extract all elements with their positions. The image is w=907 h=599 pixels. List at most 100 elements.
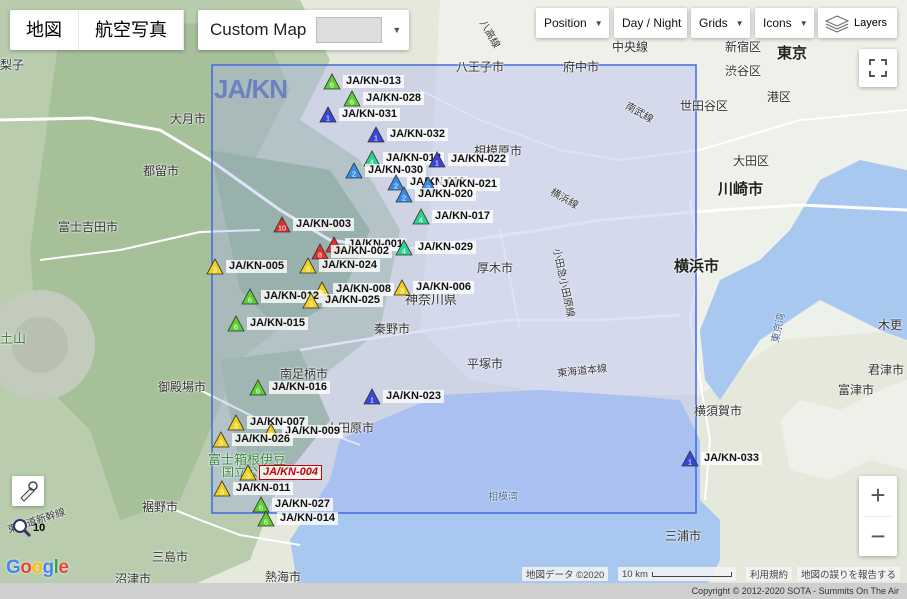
summit-marker[interactable]: 3 JA/KN-004 — [239, 464, 323, 481]
summit-marker[interactable]: 6 JA/KN-015 — [227, 315, 309, 332]
summit-label[interactable]: JA/KN-006 — [413, 281, 475, 294]
pencil-icon — [20, 481, 38, 502]
summit-label[interactable]: JA/KN-016 — [269, 381, 331, 394]
custom-map-swatch — [316, 17, 383, 43]
place-hachioji: 八王子市 — [456, 60, 505, 74]
summit-triangle-icon: 3 — [213, 480, 231, 497]
summit-points: 3 — [306, 265, 310, 274]
fullscreen-icon — [869, 59, 887, 77]
summit-marker[interactable]: 2 JA/KN-020 — [395, 186, 477, 203]
summit-marker[interactable]: 4 JA/KN-017 — [412, 208, 494, 225]
summit-marker[interactable]: 3 JA/KN-024 — [299, 257, 381, 274]
grids-dropdown[interactable]: Grids ▼ — [691, 8, 750, 38]
summit-marker[interactable]: 10 JA/KN-003 — [273, 216, 355, 233]
summit-marker[interactable]: 6 JA/KN-016 — [249, 379, 331, 396]
summit-marker[interactable]: 3 JA/KN-005 — [206, 258, 288, 275]
place-kisarazu: 木更 — [878, 318, 903, 332]
summit-triangle-icon: 1 — [367, 126, 385, 143]
icons-dropdown[interactable]: Icons ▼ — [755, 8, 814, 38]
region-label: JA/KN — [214, 74, 288, 104]
day-night-label: Day / Night — [622, 16, 682, 30]
summit-label[interactable]: JA/KN-029 — [415, 241, 477, 254]
summit-triangle-icon: 4 — [395, 239, 413, 256]
summit-marker[interactable]: 3 JA/KN-006 — [393, 279, 475, 296]
summit-marker[interactable]: 1 JA/KN-023 — [363, 388, 445, 405]
layers-button[interactable]: Layers — [818, 8, 898, 38]
summit-points: 3 — [309, 300, 313, 309]
map-type-roadmap[interactable]: 地図 — [10, 10, 79, 50]
summit-label[interactable]: JA/KN-024 — [319, 259, 381, 272]
summit-label[interactable]: JA/KN-004 — [259, 465, 323, 480]
magnifier-icon — [13, 519, 32, 538]
summit-triangle-icon: 2 — [345, 162, 363, 179]
summit-label[interactable]: JA/KN-031 — [339, 108, 401, 121]
summit-label[interactable]: JA/KN-005 — [226, 260, 288, 273]
scale-bar[interactable]: 10 km — [618, 567, 736, 581]
summit-marker[interactable]: 4 JA/KN-029 — [395, 239, 477, 256]
summit-marker[interactable]: 3 JA/KN-026 — [212, 431, 294, 448]
custom-map-label: Custom Map — [210, 20, 307, 39]
map-canvas[interactable]: JA/KN 東京 川崎市 横浜市 八王子市 府中市 相模原市 厚木市 秦野市 平… — [0, 0, 907, 599]
summit-label[interactable]: JA/KN-022 — [448, 153, 510, 166]
summit-triangle-icon: 3 — [299, 257, 317, 274]
google-logo: Google — [6, 557, 69, 578]
summit-label[interactable]: JA/KN-017 — [432, 210, 494, 223]
report-error-link[interactable]: 地図の誤りを報告する — [797, 567, 901, 581]
summit-label[interactable]: JA/KN-015 — [247, 317, 309, 330]
place-minato: 港区 — [767, 90, 792, 104]
scale-label: 10 km — [622, 568, 648, 580]
summit-label[interactable]: JA/KN-033 — [701, 452, 763, 465]
fullscreen-button[interactable] — [859, 49, 897, 87]
place-tokyo: 東京 — [777, 45, 808, 62]
summit-points: 2 — [352, 170, 356, 179]
summit-label[interactable]: JA/KN-013 — [343, 75, 405, 88]
summit-marker[interactable]: 3 JA/KN-025 — [302, 292, 384, 309]
chevron-down-icon: ▼ — [799, 18, 808, 28]
summit-triangle-icon: 3 — [212, 431, 230, 448]
summit-triangle-icon: 6 — [227, 315, 245, 332]
zoom-control: + − — [859, 476, 897, 556]
summit-label[interactable]: JA/KN-026 — [232, 433, 294, 446]
place-sagami-bay: 相模湾 — [488, 492, 518, 503]
summit-marker[interactable]: 3 JA/KN-011 — [213, 480, 294, 497]
terms-link[interactable]: 利用規約 — [746, 567, 793, 581]
summit-label[interactable]: JA/KN-014 — [277, 512, 339, 525]
summit-label[interactable]: JA/KN-028 — [363, 92, 425, 105]
summit-label[interactable]: JA/KN-011 — [233, 482, 294, 495]
measure-tool-button[interactable] — [12, 476, 44, 506]
summit-triangle-icon: 3 — [239, 464, 257, 481]
day-night-button[interactable]: Day / Night — [614, 8, 688, 38]
summit-marker[interactable]: 1 JA/KN-033 — [681, 450, 763, 467]
summit-points: 6 — [330, 81, 334, 90]
summit-marker[interactable]: 1 JA/KN-031 — [319, 106, 401, 123]
map-type-satellite[interactable]: 航空写真 — [79, 10, 184, 50]
map-data-attribution: 地図データ ©2020 — [522, 567, 609, 581]
chevron-down-icon: ▼ — [392, 25, 402, 35]
summit-marker[interactable]: 1 JA/KN-022 — [428, 151, 510, 168]
place-hadano: 秦野市 — [374, 322, 411, 336]
summit-triangle-icon: 6 — [343, 90, 361, 107]
zoom-in-button[interactable]: + — [859, 476, 897, 516]
summit-points: 1 — [374, 134, 378, 143]
summit-label[interactable]: JA/KN-032 — [387, 128, 449, 141]
summit-marker[interactable]: 1 JA/KN-032 — [367, 126, 449, 143]
custom-map-select[interactable]: Custom Map ▼ — [198, 10, 410, 50]
summit-marker[interactable]: 6 JA/KN-014 — [257, 510, 339, 527]
summit-triangle-icon: 1 — [428, 151, 446, 168]
position-dropdown[interactable]: Position ▼ — [536, 8, 609, 38]
summit-triangle-icon: 6 — [249, 379, 267, 396]
place-miura: 三浦市 — [665, 529, 702, 543]
summit-points: 3 — [213, 266, 217, 275]
place-chuo: 中央線 — [612, 40, 649, 54]
summit-label[interactable]: JA/KN-020 — [415, 188, 477, 201]
summit-marker[interactable]: 6 JA/KN-013 — [323, 73, 405, 90]
summit-label[interactable]: JA/KN-023 — [383, 390, 445, 403]
layers-label: Layers — [854, 17, 888, 29]
summit-triangle-icon: 1 — [363, 388, 381, 405]
zoom-out-button[interactable]: − — [859, 517, 897, 557]
summit-label[interactable]: JA/KN-025 — [322, 294, 384, 307]
summit-label[interactable]: JA/KN-003 — [293, 218, 355, 231]
summit-points: 1 — [435, 159, 439, 168]
icons-label: Icons — [763, 16, 792, 30]
summit-marker[interactable]: 6 JA/KN-028 — [343, 90, 425, 107]
